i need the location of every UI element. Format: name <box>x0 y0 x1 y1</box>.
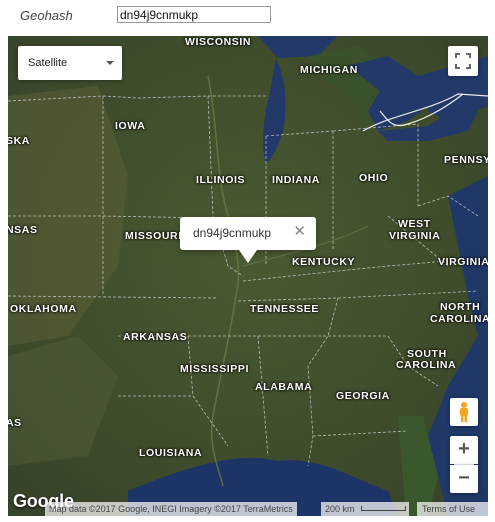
map-attribution: Map data ©2017 Google, INEGI Imagery ©20… <box>45 502 297 516</box>
label-ska: SKA <box>8 135 30 147</box>
label-wisconsin: WISCONSIN <box>185 36 252 48</box>
label-louisiana: LOUISIANA <box>139 447 203 459</box>
label-georgia: GEORGIA <box>336 390 390 402</box>
label-north-carolina-2: CAROLINA <box>430 313 488 325</box>
label-as: AS <box>8 417 22 429</box>
label-michigan: MICHIGAN <box>300 64 358 76</box>
label-alabama: ALABAMA <box>255 381 313 393</box>
scale-bar <box>361 506 406 511</box>
map-type-dropdown[interactable]: Satellite <box>18 46 122 80</box>
label-arkansas: ARKANSAS <box>123 331 188 343</box>
geohash-label: Geohash <box>20 8 73 23</box>
label-nsas: NSAS <box>8 224 38 236</box>
zoom-in-button[interactable]: + <box>450 436 478 464</box>
label-west-virginia-1: WEST <box>398 218 431 230</box>
label-missouri: MISSOURI <box>125 230 182 242</box>
info-window-tail <box>239 250 257 263</box>
info-window-text: dn94j9cnmukp <box>193 226 272 240</box>
label-pennsy: PENNSY <box>444 154 488 166</box>
fullscreen-button[interactable] <box>448 46 478 76</box>
label-illinois: ILLINOIS <box>196 174 246 186</box>
geohash-row: Geohash <box>0 0 495 30</box>
label-ohio: OHIO <box>359 172 389 184</box>
pegman-icon <box>460 402 468 422</box>
zoom-out-button[interactable]: − <box>450 465 478 493</box>
label-west-virginia-2: VIRGINIA <box>389 230 441 242</box>
satellite-imagery <box>8 36 488 516</box>
label-kentucky: KENTUCKY <box>292 256 356 268</box>
label-tennessee: TENNESSEE <box>250 303 319 315</box>
label-mississippi: MISSISSIPPI <box>180 363 250 375</box>
label-north-carolina-1: NORTH <box>440 301 481 313</box>
label-oklahoma: OKLAHOMA <box>10 303 77 315</box>
label-indiana: INDIANA <box>272 174 320 186</box>
map-canvas[interactable]: WISCONSIN MICHIGAN IOWA SKA ILLINOIS IND… <box>8 36 488 516</box>
geohash-input[interactable] <box>117 6 271 23</box>
map-type-label: Satellite <box>28 57 68 69</box>
label-virginia: VIRGINIA <box>438 256 488 268</box>
terms-link[interactable]: Terms of Use <box>417 502 488 516</box>
scale-control[interactable]: 200 km <box>321 502 409 516</box>
info-window: dn94j9cnmukp ✕ <box>180 217 316 250</box>
close-icon[interactable]: ✕ <box>293 223 306 241</box>
dropdown-caret-icon <box>106 61 114 65</box>
label-south-carolina-2: CAROLINA <box>396 359 457 371</box>
label-iowa: IOWA <box>115 120 146 132</box>
scale-text: 200 km <box>325 504 355 514</box>
street-view-button[interactable] <box>450 398 478 426</box>
fullscreen-icon <box>455 53 471 69</box>
